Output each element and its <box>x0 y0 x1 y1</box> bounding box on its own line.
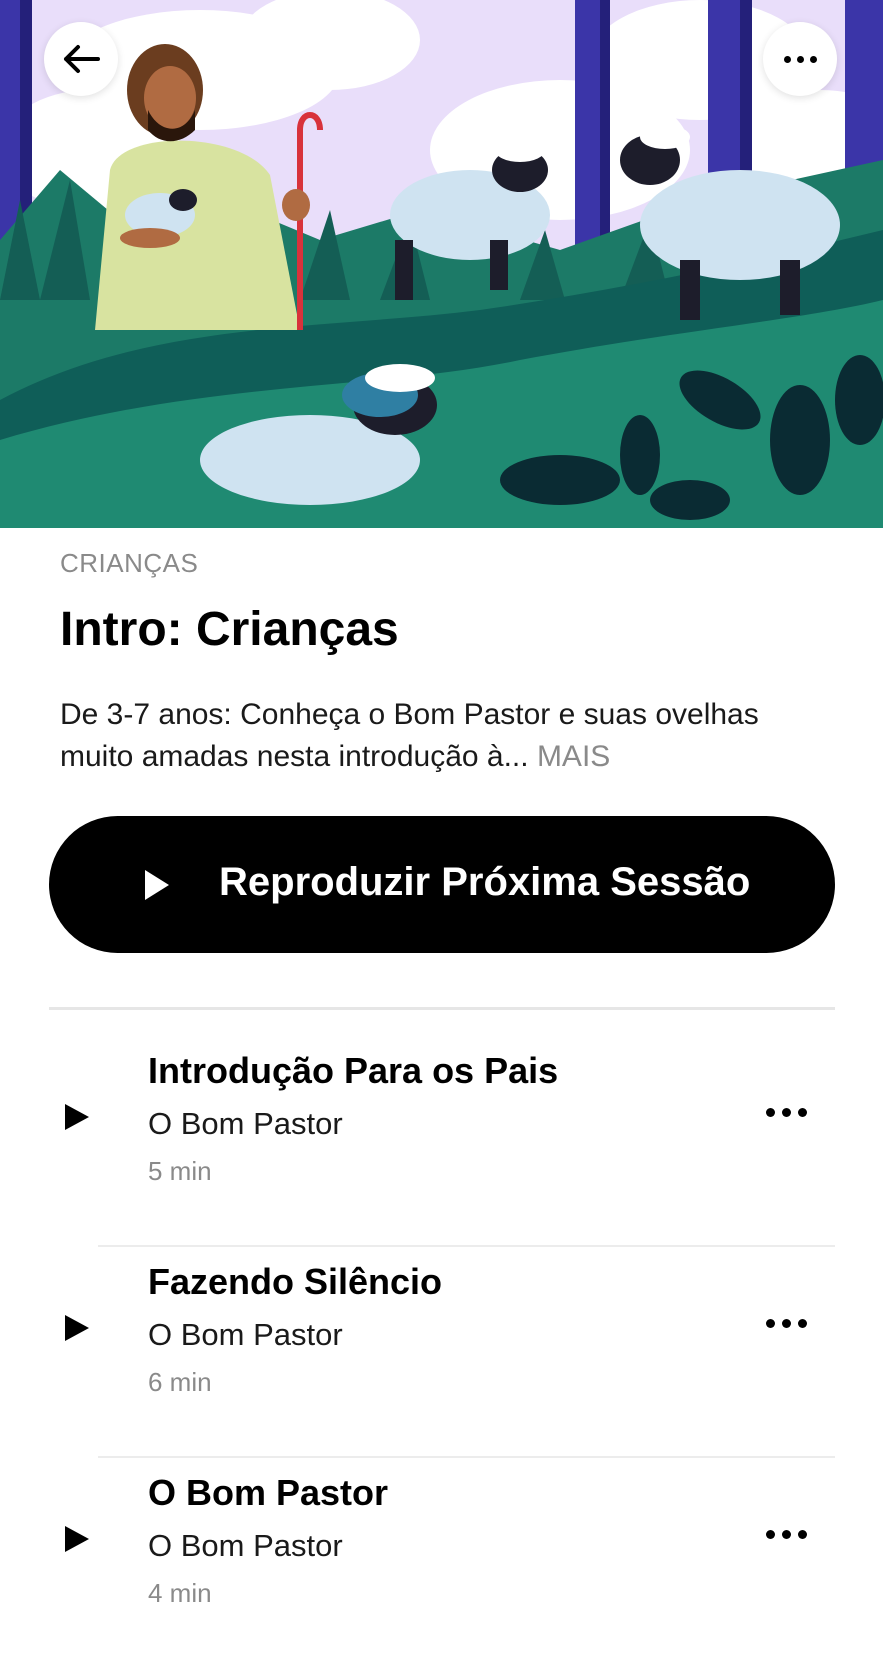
hero-illustration <box>0 0 883 528</box>
divider <box>49 1007 835 1010</box>
session-duration: 5 min <box>148 1156 212 1186</box>
session-duration: 6 min <box>148 1367 212 1397</box>
ellipsis-icon <box>766 1530 775 1539</box>
course-description: De 3-7 anos: Conheça o Bom Pastor e suas… <box>60 694 820 778</box>
course-description-text: De 3-7 anos: Conheça o Bom Pastor e suas… <box>60 698 759 773</box>
play-icon[interactable] <box>65 1526 89 1552</box>
session-more-button[interactable] <box>762 1104 811 1121</box>
session-row[interactable]: Introdução Para os Pais O Bom Pastor 5 m… <box>0 1036 883 1247</box>
session-more-button[interactable] <box>762 1526 811 1543</box>
session-row[interactable]: Fazendo Silêncio O Bom Pastor 6 min <box>0 1247 883 1458</box>
play-icon <box>145 870 169 900</box>
arrow-left-icon <box>64 45 100 73</box>
more-options-button[interactable] <box>763 22 837 96</box>
more-link[interactable]: MAIS <box>529 740 610 773</box>
session-subtitle: O Bom Pastor <box>148 1106 343 1141</box>
play-next-session-label: Reproduzir Próxima Sessão <box>219 860 751 904</box>
play-next-session-button[interactable]: Reproduzir Próxima Sessão <box>49 816 835 953</box>
play-icon[interactable] <box>65 1315 89 1341</box>
ellipsis-icon <box>766 1319 775 1328</box>
session-title: Introdução Para os Pais <box>148 1050 559 1091</box>
ellipsis-icon <box>766 1108 775 1117</box>
session-duration: 4 min <box>148 1578 212 1608</box>
session-subtitle: O Bom Pastor <box>148 1317 343 1352</box>
session-title: O Bom Pastor <box>148 1472 389 1513</box>
ellipsis-icon <box>783 55 817 63</box>
play-icon[interactable] <box>65 1104 89 1130</box>
course-category: CRIANÇAS <box>60 548 199 578</box>
session-row[interactable]: O Bom Pastor O Bom Pastor 4 min <box>0 1458 883 1669</box>
page-title: Intro: Crianças <box>60 603 399 656</box>
session-title: Fazendo Silêncio <box>148 1261 443 1302</box>
back-button[interactable] <box>44 22 118 96</box>
session-more-button[interactable] <box>762 1315 811 1332</box>
session-subtitle: O Bom Pastor <box>148 1528 343 1563</box>
shepherd-illustration <box>0 0 883 528</box>
